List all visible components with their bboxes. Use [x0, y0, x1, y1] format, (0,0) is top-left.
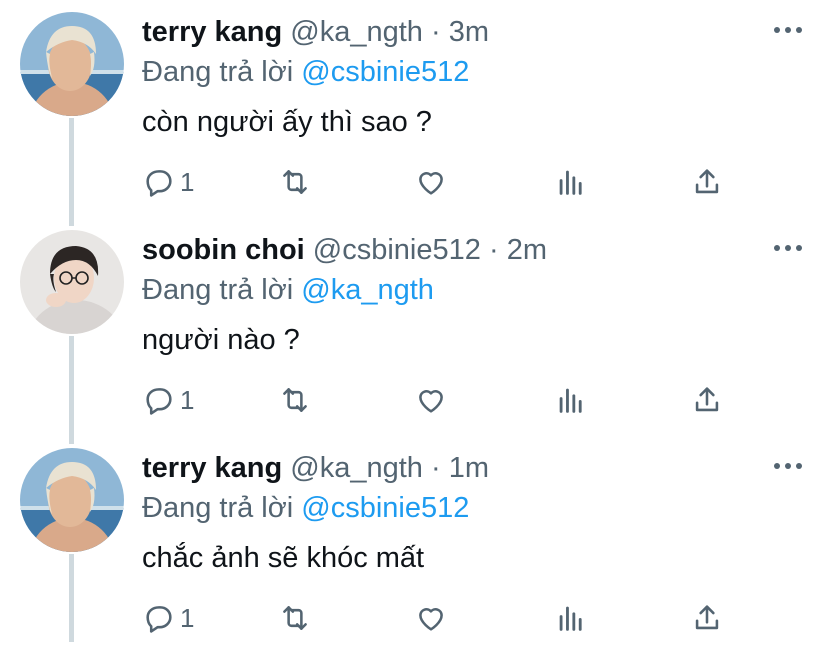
heart-icon	[419, 608, 443, 631]
display-name[interactable]: soobin choi	[142, 234, 305, 266]
separator: ·	[431, 16, 441, 48]
tweet-header: terry kang @ka_ngth · 3m	[142, 14, 489, 50]
retweet-button[interactable]	[278, 164, 312, 200]
analytics-icon	[559, 606, 582, 631]
replying-to: Đang trả lời @csbinie512	[142, 54, 469, 90]
more-icon[interactable]	[774, 24, 802, 36]
separator: ·	[488, 234, 499, 266]
replying-to: Đang trả lời @csbinie512	[142, 490, 469, 526]
timestamp[interactable]: 3m	[449, 16, 489, 48]
mention-link[interactable]: @ka_ngth	[301, 274, 434, 306]
more-icon[interactable]	[774, 460, 802, 472]
tweet[interactable]: soobin choi @csbinie512 · 2m Đang trả lờ…	[0, 218, 828, 436]
retweet-icon	[283, 606, 307, 630]
avatar[interactable]	[20, 448, 124, 552]
avatar[interactable]	[20, 12, 124, 116]
analytics-button[interactable]	[554, 600, 588, 636]
reply-icon	[146, 606, 172, 633]
tweet-text: người nào ?	[142, 324, 300, 356]
retweet-button[interactable]	[278, 600, 312, 636]
user-handle[interactable]: @ka_ngth	[290, 16, 423, 48]
like-button[interactable]	[414, 600, 448, 636]
reply-button[interactable]: 1	[142, 164, 194, 200]
reply-prefix: Đang trả lời	[142, 56, 294, 88]
reply-prefix: Đang trả lời	[142, 492, 294, 524]
reply-button[interactable]: 1	[142, 600, 194, 636]
like-button[interactable]	[414, 382, 448, 418]
reply-icon	[146, 388, 172, 415]
retweet-icon	[283, 388, 307, 412]
mention-link[interactable]: @csbinie512	[301, 56, 469, 88]
action-bar: 1	[142, 382, 742, 418]
separator: ·	[431, 452, 441, 484]
display-name[interactable]: terry kang	[142, 16, 282, 48]
tweet-text: còn người ấy thì sao ?	[142, 106, 432, 138]
share-button[interactable]	[690, 164, 724, 200]
reply-count: 1	[180, 166, 195, 197]
like-button[interactable]	[414, 164, 448, 200]
retweet-icon	[283, 170, 307, 194]
reply-button[interactable]: 1	[142, 382, 194, 418]
tweet-header: soobin choi @csbinie512 · 2m	[142, 232, 547, 268]
mention-link[interactable]: @csbinie512	[301, 492, 469, 524]
more-icon[interactable]	[774, 242, 802, 254]
user-handle[interactable]: @csbinie512	[313, 234, 481, 266]
share-icon	[695, 605, 719, 630]
analytics-button[interactable]	[554, 164, 588, 200]
heart-icon	[419, 172, 443, 195]
heart-icon	[419, 390, 443, 413]
analytics-button[interactable]	[554, 382, 588, 418]
tweet-thread: terry kang @ka_ngth · 3m Đang trả lời @c…	[0, 0, 828, 642]
reply-count: 1	[180, 384, 195, 415]
retweet-button[interactable]	[278, 382, 312, 418]
replying-to: Đang trả lời @ka_ngth	[142, 272, 434, 308]
tweet-header: terry kang @ka_ngth · 1m	[142, 450, 489, 486]
timestamp[interactable]: 1m	[449, 452, 489, 484]
display-name[interactable]: terry kang	[142, 452, 282, 484]
action-bar: 1	[142, 164, 742, 200]
user-handle[interactable]: @ka_ngth	[290, 452, 423, 484]
analytics-icon	[559, 388, 582, 413]
tweet[interactable]: terry kang @ka_ngth · 3m Đang trả lời @c…	[0, 0, 828, 218]
timestamp[interactable]: 2m	[507, 234, 547, 266]
action-bar: 1	[142, 600, 742, 636]
share-icon	[695, 387, 719, 412]
share-icon	[695, 169, 719, 194]
share-button[interactable]	[690, 600, 724, 636]
reply-prefix: Đang trả lời	[142, 274, 294, 306]
tweet-text: chắc ảnh sẽ khóc mất	[142, 542, 425, 574]
share-button[interactable]	[690, 382, 724, 418]
tweet[interactable]: terry kang @ka_ngth · 1m Đang trả lời @c…	[0, 436, 828, 654]
reply-icon	[146, 170, 172, 197]
avatar[interactable]	[20, 230, 124, 334]
analytics-icon	[559, 170, 582, 195]
reply-count: 1	[180, 602, 195, 633]
